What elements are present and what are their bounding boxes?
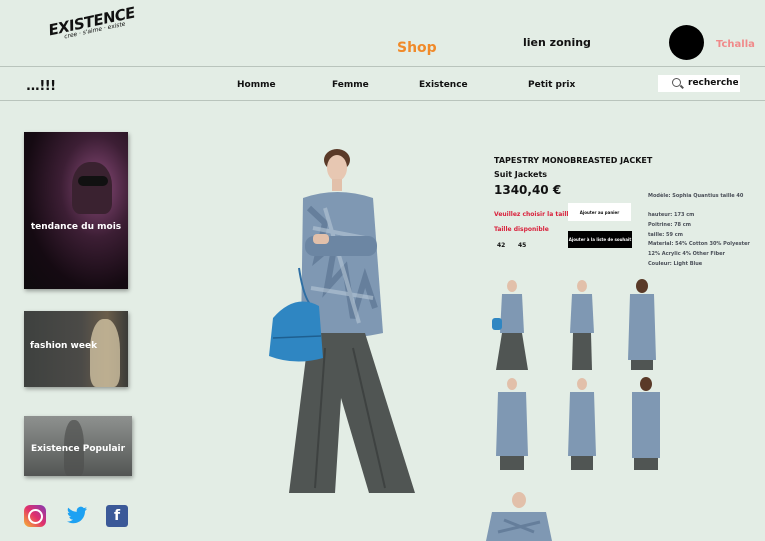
instagram-icon[interactable] [24, 505, 46, 527]
facebook-icon[interactable]: f [106, 505, 128, 527]
size-prompt: Veuillez choisir la taille [494, 211, 568, 218]
product-category: Suit Jackets [494, 170, 548, 179]
product-thumbnail[interactable] [562, 278, 602, 373]
menu-item-existence[interactable]: Existence [419, 80, 468, 90]
card-photo-figure [90, 319, 120, 387]
product-price: 1340,40 € [494, 183, 562, 197]
nav-lien-zoning-link[interactable]: lien zoning [523, 36, 591, 49]
card-photo-figure [72, 162, 112, 214]
card-tendance[interactable]: tendance du mois [24, 132, 128, 289]
product-thumbnail[interactable] [492, 376, 532, 471]
card-fashion-week[interactable]: fashion week [24, 311, 128, 387]
size-option-42[interactable]: 42 [497, 242, 505, 249]
product-thumbnail[interactable] [492, 278, 532, 373]
spec-material-2: 12% Acrylic 4% Other Fiber [648, 251, 725, 257]
menu-divider [0, 100, 765, 101]
product-thumbnail[interactable] [622, 278, 662, 373]
product-thumbnail[interactable] [562, 376, 602, 471]
spec-model: Modèle: Sophia Quantius taille 40 [648, 193, 744, 199]
spec-waist: taille: 59 cm [648, 232, 683, 238]
product-main-image[interactable] [265, 148, 425, 498]
add-to-wishlist-button[interactable]: Ajouter à la liste de souhait [568, 231, 632, 248]
menu-item-homme[interactable]: Homme [237, 80, 276, 90]
header-divider [0, 66, 765, 67]
search-input[interactable] [688, 78, 738, 88]
card-label: Existence Populair [30, 444, 126, 454]
card-existence-populair[interactable]: Existence Populair [24, 416, 132, 476]
nav-shop-link[interactable]: Shop [397, 40, 437, 56]
username[interactable]: Tchalla [716, 39, 755, 50]
menu-logo[interactable]: ...!!! [26, 79, 56, 94]
card-label: fashion week [30, 341, 98, 351]
size-available-label: Taille disponible [494, 226, 549, 233]
sunglasses-shape [78, 176, 108, 186]
size-option-45[interactable]: 45 [518, 242, 526, 249]
card-label: tendance du mois [30, 222, 122, 232]
twitter-icon[interactable] [66, 505, 88, 527]
spec-color: Couleur: Light Blue [648, 261, 703, 267]
product-thumbnail[interactable] [626, 376, 666, 471]
spec-chest: Poitrine: 78 cm [648, 222, 691, 228]
product-thumbnail[interactable] [484, 492, 554, 541]
spec-material: Material: 54% Cotton 30% Polyester [648, 241, 750, 247]
product-title: TAPESTRY MONOBREASTED JACKET [494, 156, 653, 165]
add-to-cart-button[interactable]: Ajouter au panier [568, 203, 631, 221]
menu-item-petit-prix[interactable]: Petit prix [528, 80, 575, 90]
avatar[interactable] [669, 25, 704, 60]
search-icon[interactable] [672, 78, 681, 87]
spec-height: hauteur: 173 cm [648, 212, 695, 218]
menu-item-femme[interactable]: Femme [332, 80, 369, 90]
